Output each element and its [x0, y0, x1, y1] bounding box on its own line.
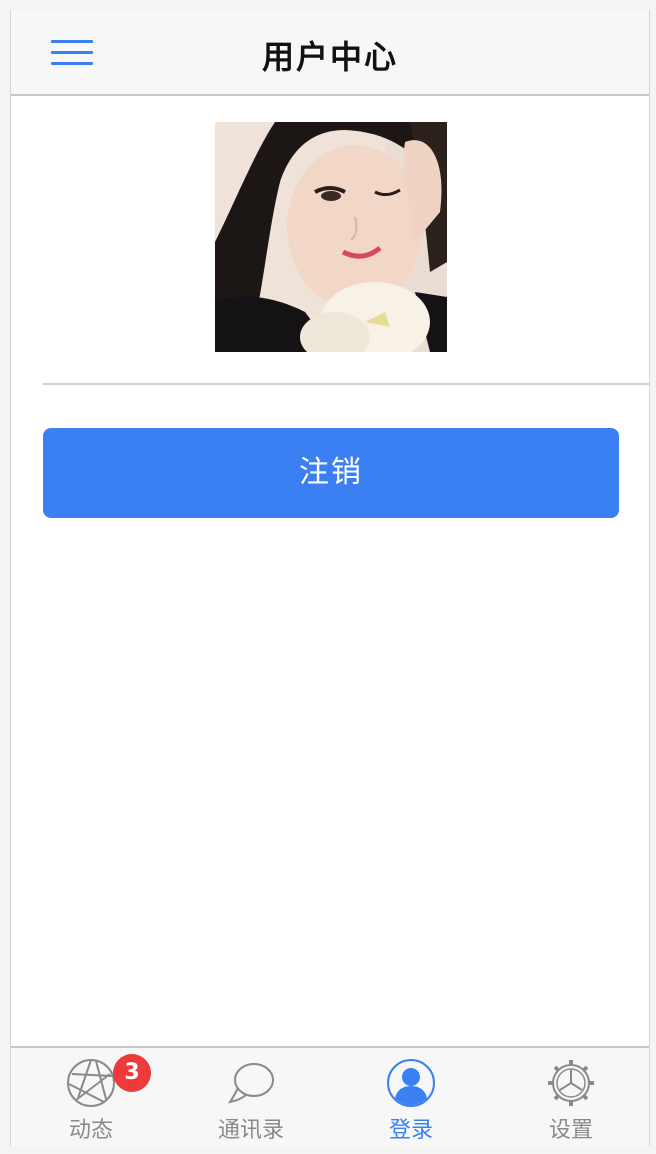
tab-settings[interactable]: 设置 — [491, 1048, 649, 1146]
tab-contacts[interactable]: 通讯录 — [171, 1048, 331, 1146]
tab-label: 通讯录 — [217, 1118, 284, 1143]
user-icon — [387, 1059, 435, 1107]
tab-label: 登录 — [388, 1118, 433, 1143]
gear-icon — [548, 1060, 594, 1106]
avatar — [215, 122, 447, 352]
tab-login[interactable]: 登录 — [331, 1048, 491, 1146]
chat-bubble-icon — [227, 1063, 274, 1104]
page-title: 用户中心 — [261, 38, 398, 76]
profile-photo — [215, 122, 447, 352]
tab-label: 动态 — [68, 1118, 113, 1143]
notification-badge: 3 — [113, 1054, 151, 1092]
tab-label: 设置 — [548, 1118, 593, 1143]
bottom-tab-bar: 3 动态 通讯录 登录 设置 — [11, 1046, 649, 1146]
section-divider — [43, 383, 649, 385]
logout-button[interactable]: 注销 — [43, 428, 619, 518]
tab-feed[interactable]: 3 动态 — [11, 1048, 171, 1146]
aperture-icon — [67, 1059, 115, 1107]
app-window: 用户中心 注销 3 动态 通讯录 登录 设置 — [10, 10, 650, 1146]
top-navbar: 用户中心 — [11, 10, 649, 96]
